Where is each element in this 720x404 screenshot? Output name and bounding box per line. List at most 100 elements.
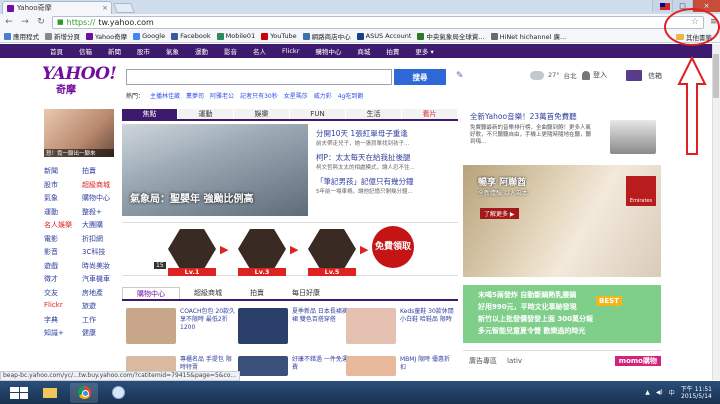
shopping-tab[interactable]: 購物中心 bbox=[122, 287, 180, 299]
bookmark-item[interactable]: Yahoo奇摩 bbox=[86, 31, 127, 41]
trending-term[interactable]: 威力彩 bbox=[314, 91, 332, 100]
news-tab[interactable]: 看片 bbox=[402, 109, 458, 119]
trending-term[interactable]: 主播林佳葳 bbox=[150, 91, 180, 100]
yahoo-nav-item[interactable]: 名人 bbox=[245, 46, 274, 56]
shopping-tab[interactable]: 每日好康 bbox=[278, 287, 334, 299]
address-bar[interactable]: ■ https://tw.yahoo.com ☆ bbox=[52, 15, 704, 29]
trending-term[interactable]: 4g吃到飽 bbox=[338, 91, 364, 100]
back-arrow-icon[interactable]: ← bbox=[4, 17, 14, 27]
news-tab[interactable]: 焦點 bbox=[122, 109, 178, 119]
left-nav-item[interactable]: 時尚美妝 bbox=[82, 261, 118, 271]
product-image[interactable] bbox=[238, 308, 288, 344]
trending-term[interactable]: 阿雅老公 bbox=[210, 91, 234, 100]
left-nav-item[interactable]: 旅遊 bbox=[82, 301, 118, 311]
trending-term[interactable]: 薰夢司 bbox=[186, 91, 204, 100]
search-button[interactable]: 搜尋 bbox=[394, 69, 446, 85]
yahoo-nav-item[interactable]: 信箱 bbox=[71, 46, 100, 56]
tray-arrow-icon[interactable]: ▲ bbox=[645, 389, 650, 396]
yahoo-nav-item[interactable]: 更多 ▾ bbox=[407, 46, 441, 56]
yahoo-nav-item[interactable]: 運動 bbox=[187, 46, 216, 56]
taskbar-chrome[interactable] bbox=[70, 382, 98, 403]
left-nav-item[interactable]: Flickr bbox=[44, 301, 82, 311]
left-nav-item[interactable]: 電影 bbox=[44, 234, 82, 244]
ime-indicator[interactable]: 中 bbox=[669, 388, 675, 397]
news-tab[interactable]: 生活 bbox=[346, 109, 402, 119]
left-nav-item[interactable]: 房地產 bbox=[82, 288, 118, 298]
pencil-icon[interactable]: ✎ bbox=[456, 71, 464, 81]
trending-term[interactable]: 女星瑪莎 bbox=[284, 91, 308, 100]
mail-link[interactable]: 信箱 bbox=[626, 70, 662, 81]
yahoo-logo[interactable]: YAHOO! bbox=[42, 64, 117, 84]
left-nav-item[interactable]: 交友 bbox=[44, 288, 82, 298]
music-ad-title[interactable]: 全新Yahoo音樂！23萬首免費聽 bbox=[470, 111, 577, 122]
left-nav-item[interactable]: 遊戲 bbox=[44, 261, 82, 271]
bookmark-item[interactable]: 網路商店中心 bbox=[302, 31, 351, 41]
bookmark-item[interactable]: 應用程式 bbox=[4, 31, 39, 41]
bookmark-item[interactable]: Mobile01 bbox=[216, 32, 255, 40]
bookmark-item[interactable]: Google bbox=[133, 32, 165, 40]
bookmark-item[interactable]: 新增分頁 bbox=[45, 31, 80, 41]
left-nav-item[interactable]: 知識+ bbox=[44, 328, 82, 338]
level-emblem[interactable] bbox=[168, 229, 216, 269]
shopping-tab[interactable]: 拍賣 bbox=[236, 287, 278, 299]
taskbar-explorer[interactable] bbox=[36, 383, 64, 403]
taskbar-paint[interactable] bbox=[104, 383, 132, 403]
product-image[interactable] bbox=[346, 308, 396, 344]
promo-line-4[interactable]: 多元智能兒童夏令營 歡樂過的時光 bbox=[478, 326, 585, 336]
left-nav-item[interactable]: 名人娛樂 bbox=[44, 220, 82, 230]
yahoo-nav-item[interactable]: 新聞 bbox=[100, 46, 129, 56]
left-nav-item[interactable]: 影音 bbox=[44, 247, 82, 257]
level-emblem[interactable] bbox=[308, 229, 356, 269]
product-title[interactable]: COACH包包 20款久享不限時 最低2折 1200 bbox=[180, 308, 236, 344]
left-nav-item[interactable]: 汽車機車 bbox=[82, 274, 118, 284]
news-tab[interactable]: 娛樂 bbox=[234, 109, 290, 119]
weather-widget[interactable]: 27° 台北 bbox=[530, 70, 577, 80]
taiwan-flag-icon[interactable] bbox=[660, 3, 670, 10]
left-nav-item[interactable]: 超級商城 bbox=[82, 180, 118, 190]
promo-line-3[interactable]: 新竹以上批發價發發上面 300萬分報 bbox=[478, 314, 593, 324]
left-nav-item[interactable]: 字典 bbox=[44, 315, 82, 325]
product-title[interactable]: Keds童鞋 30款休閒小白鞋 哈鞋品 限時 bbox=[400, 308, 456, 344]
left-nav-item[interactable]: 氣象 bbox=[44, 193, 82, 203]
left-nav-item[interactable]: 大團購 bbox=[82, 220, 118, 230]
left-nav-item[interactable]: 健康 bbox=[82, 328, 118, 338]
product-title[interactable]: 好康不錯過 一件免運費 bbox=[292, 356, 348, 376]
yahoo-nav-item[interactable]: 影音 bbox=[216, 46, 245, 56]
left-nav-item[interactable]: 拍賣 bbox=[82, 166, 118, 176]
level-emblem[interactable] bbox=[238, 229, 286, 269]
left-nav-item[interactable]: 工作 bbox=[82, 315, 118, 325]
product-image[interactable] bbox=[346, 356, 396, 376]
bookmark-item[interactable]: ASUS Account bbox=[356, 32, 411, 40]
bookmark-item[interactable]: 中央氣象局全球資... bbox=[417, 31, 485, 41]
product-card[interactable]: 夏季新品 日本長裙褲裙 雙色百搭穿搭 bbox=[238, 308, 348, 344]
browser-tab-yahoo[interactable]: Yahoo奇摩 × bbox=[2, 1, 112, 14]
yahoo-nav-item[interactable]: 首頁 bbox=[42, 46, 71, 56]
product-title[interactable]: 夏季新品 日本長裙褲裙 雙色百搭穿搭 bbox=[292, 308, 348, 344]
trending-term[interactable]: 記者只有30秒 bbox=[240, 91, 278, 100]
product-card[interactable]: 好康不錯過 一件免運費 bbox=[238, 356, 348, 376]
product-card[interactable]: MBMJ 限時 優惠折扣 bbox=[346, 356, 456, 376]
yahoo-nav-item[interactable]: 氣象 bbox=[158, 46, 187, 56]
volume-icon[interactable]: ◀) bbox=[656, 389, 663, 396]
bookmark-item[interactable]: YouTube bbox=[261, 32, 297, 40]
bookmark-item[interactable]: HiNet hichannel 廣... bbox=[490, 31, 566, 41]
yahoo-nav-item[interactable]: 拍賣 bbox=[378, 46, 407, 56]
windows-start-icon[interactable] bbox=[8, 385, 30, 401]
yahoo-logo-sub[interactable]: 奇摩 bbox=[56, 81, 76, 96]
clock[interactable]: 下午 11:51 2015/5/14 bbox=[681, 386, 712, 400]
emirates-learn-more-button[interactable]: 了解更多 ▶ bbox=[480, 208, 519, 219]
product-card[interactable]: COACH包包 20款久享不限時 最低2折 1200 bbox=[126, 308, 236, 344]
featured-video-caption[interactable]: 怒！竟一腳出一腳來 bbox=[44, 149, 114, 157]
left-nav-item[interactable]: 運動 bbox=[44, 207, 82, 217]
reload-icon[interactable]: ↻ bbox=[36, 17, 46, 27]
product-image[interactable] bbox=[238, 356, 288, 376]
forward-arrow-icon[interactable]: → bbox=[20, 17, 30, 27]
speaker-image[interactable] bbox=[610, 120, 656, 154]
left-nav-item[interactable]: 股市 bbox=[44, 180, 82, 190]
left-nav-item[interactable]: 新聞 bbox=[44, 166, 82, 176]
search-input[interactable] bbox=[126, 69, 392, 85]
promo-line-2[interactable]: 好用990元，平時文化事跡發現 bbox=[478, 302, 577, 312]
product-image[interactable] bbox=[126, 308, 176, 344]
headline-title[interactable]: 「筆記男孩」記億只有幾分鐘 bbox=[316, 176, 456, 187]
yahoo-nav-item[interactable]: Flickr bbox=[274, 47, 307, 55]
